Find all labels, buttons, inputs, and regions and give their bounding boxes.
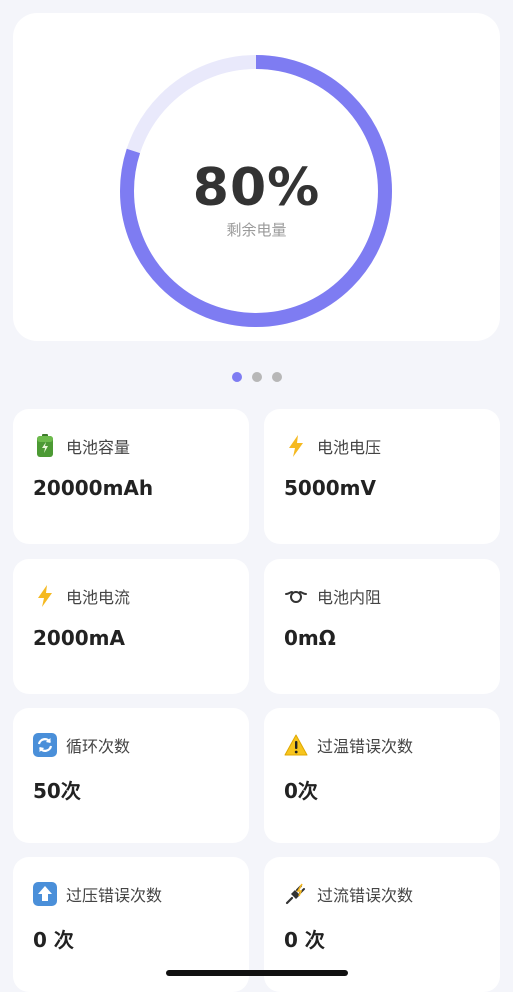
- stat-value: 0 次: [33, 928, 74, 952]
- stat-card-resistance[interactable]: 电池内阻 0mΩ: [264, 559, 500, 694]
- battery-percent-label: 剩余电量: [226, 221, 287, 239]
- cycle-icon: [33, 733, 57, 757]
- stat-label: 电池电流: [66, 588, 131, 607]
- stat-value: 50次: [33, 779, 81, 803]
- stat-card-over-temp-errors[interactable]: 过温错误次数 0次: [264, 708, 500, 843]
- stat-label: 电池内阻: [317, 588, 382, 607]
- stat-value: 20000mAh: [33, 476, 154, 500]
- stat-card-current[interactable]: 电池电流 2000mA: [13, 559, 249, 694]
- stat-label: 过压错误次数: [66, 886, 163, 905]
- warning-icon: [284, 733, 308, 757]
- stat-label: 循环次数: [66, 737, 131, 756]
- stat-card-voltage[interactable]: 电池电压 5000mV: [264, 409, 500, 544]
- home-indicator[interactable]: [166, 970, 348, 976]
- lightning-icon: [284, 434, 308, 458]
- battery-icon: [33, 434, 57, 458]
- page-indicator[interactable]: [0, 372, 513, 382]
- page-dot-1[interactable]: [231, 372, 242, 382]
- page-dot-2[interactable]: [251, 372, 262, 382]
- stat-label: 过温错误次数: [317, 737, 414, 756]
- battery-level-card: 80% 剩余电量: [13, 13, 500, 341]
- stat-value: 0次: [284, 779, 318, 803]
- resistance-icon: [284, 584, 308, 608]
- stat-label: 电池容量: [66, 438, 131, 457]
- stat-value: 0mΩ: [284, 626, 336, 650]
- stat-value: 0 次: [284, 928, 325, 952]
- stat-card-cycle-count[interactable]: 循环次数 50次: [13, 708, 249, 843]
- stat-label: 过流错误次数: [317, 886, 414, 905]
- lightning-icon: [33, 584, 57, 608]
- battery-percent: 80%: [192, 158, 321, 218]
- stat-value: 2000mA: [33, 626, 125, 650]
- up-arrow-icon: [33, 882, 57, 906]
- stat-value: 5000mV: [284, 476, 376, 500]
- plug-icon: [284, 882, 308, 906]
- stat-card-capacity[interactable]: 电池容量 20000mAh: [13, 409, 249, 544]
- stat-label: 电池电压: [317, 438, 382, 457]
- page-dot-3[interactable]: [271, 372, 282, 382]
